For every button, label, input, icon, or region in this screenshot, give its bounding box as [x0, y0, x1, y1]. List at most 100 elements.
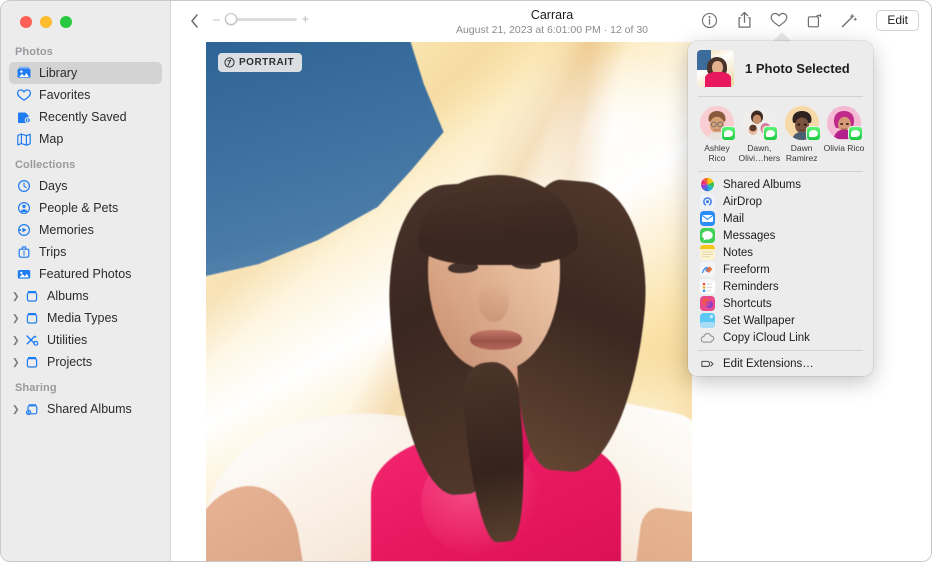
thumbnail-body: [705, 72, 731, 87]
share-button[interactable]: [733, 9, 755, 31]
sidebar-item-label: Memories: [39, 223, 94, 237]
chevron-right-icon[interactable]: ❯: [12, 358, 23, 367]
lips: [470, 330, 522, 350]
sidebar-item-label: Projects: [47, 355, 92, 369]
contact-name: Dawn Ramirez: [781, 143, 823, 163]
contact-name: Ashley Rico: [696, 143, 738, 163]
sidebar-item-featured-photos[interactable]: Featured Photos: [9, 263, 162, 285]
album-icon: [23, 354, 41, 370]
share-menu-item-label: Edit Extensions…: [723, 358, 814, 370]
sidebar-item-label: Media Types: [47, 311, 118, 325]
avatar-wrapper: [700, 106, 734, 140]
share-menu-item-label: Freeform: [723, 264, 770, 276]
share-menu-item-label: Shared Albums: [723, 179, 801, 191]
info-button[interactable]: [698, 9, 720, 31]
sidebar-item-library[interactable]: Library: [9, 62, 162, 84]
sidebar-item-albums[interactable]: ❯ Albums: [9, 285, 162, 307]
shared-album-icon: [23, 401, 41, 417]
suitcase-icon: [15, 244, 33, 260]
chevron-right-icon[interactable]: ❯: [12, 292, 23, 301]
divider: [698, 350, 863, 351]
zoom-in-label[interactable]: +: [302, 13, 309, 25]
contact-suggestion[interactable]: Dawn Ramirez: [781, 106, 823, 163]
suggested-contacts: Ashley Rico Dawn, Olivi…hers: [688, 97, 873, 171]
back-button[interactable]: [183, 10, 205, 32]
sidebar-item-utilities[interactable]: ❯ Utilities: [9, 329, 162, 351]
share-menu-item-edit-extensions[interactable]: Edit Extensions…: [693, 355, 868, 372]
zoom-slider[interactable]: – +: [213, 13, 323, 25]
sidebar-item-trips[interactable]: Trips: [9, 241, 162, 263]
edit-button[interactable]: Edit: [876, 10, 919, 31]
zoom-slider-track[interactable]: [225, 18, 297, 21]
toolbar-actions: Edit: [698, 9, 919, 31]
share-menu-list: Shared Albums AirDrop Mail Messages: [688, 172, 873, 372]
sidebar-item-label: Recently Saved: [39, 110, 127, 124]
share-menu-item-shortcuts[interactable]: Shortcuts: [693, 295, 868, 312]
share-menu-item-messages[interactable]: Messages: [693, 227, 868, 244]
sidebar-item-label: Utilities: [47, 333, 87, 347]
chevron-right-icon[interactable]: ❯: [12, 336, 23, 345]
sidebar-item-label: Days: [39, 179, 67, 193]
share-menu-item-label: Shortcuts: [723, 298, 772, 310]
sidebar-item-map[interactable]: Map: [9, 128, 162, 150]
sidebar: Photos Library Favorites Recently Saved …: [1, 1, 171, 562]
auto-enhance-button[interactable]: [838, 9, 860, 31]
chevron-right-icon[interactable]: ❯: [12, 405, 23, 414]
window-controls: [1, 1, 170, 37]
icloud-link-icon: [700, 330, 715, 345]
share-menu-item-label: AirDrop: [723, 196, 762, 208]
photo-image[interactable]: PORTRAIT: [206, 42, 692, 562]
zoom-out-label[interactable]: –: [213, 13, 220, 25]
sidebar-item-recently-saved[interactable]: Recently Saved: [9, 106, 162, 128]
messages-icon: [700, 228, 715, 243]
contact-suggestion[interactable]: Dawn, Olivi…hers: [738, 106, 780, 163]
selected-photo-thumbnail: [697, 50, 734, 87]
rotate-button[interactable]: [803, 9, 825, 31]
sidebar-item-memories[interactable]: Memories: [9, 219, 162, 241]
share-menu-item-label: Copy iCloud Link: [723, 332, 810, 344]
favorite-button[interactable]: [768, 9, 790, 31]
share-popover-title: 1 Photo Selected: [745, 61, 850, 76]
share-menu-item-mail[interactable]: Mail: [693, 210, 868, 227]
set-wallpaper-icon: [700, 313, 715, 328]
heart-outline-icon: [770, 12, 788, 28]
share-menu-item-notes[interactable]: Notes: [693, 244, 868, 261]
share-menu-item-copy-icloud-link[interactable]: Copy iCloud Link: [693, 329, 868, 346]
sidebar-item-favorites[interactable]: Favorites: [9, 84, 162, 106]
share-menu-item-reminders[interactable]: Reminders: [693, 278, 868, 295]
share-menu-item-airdrop[interactable]: AirDrop: [693, 193, 868, 210]
recently-saved-icon: [15, 109, 33, 125]
sidebar-item-media-types[interactable]: ❯ Media Types: [9, 307, 162, 329]
sidebar-item-days[interactable]: Days: [9, 175, 162, 197]
share-menu-item-set-wallpaper[interactable]: Set Wallpaper: [693, 312, 868, 329]
chevron-right-icon[interactable]: ❯: [12, 314, 23, 323]
zoom-slider-thumb[interactable]: [225, 13, 237, 25]
portrait-badge-label: PORTRAIT: [239, 57, 294, 68]
contact-suggestion[interactable]: Ashley Rico: [696, 106, 738, 163]
share-menu-item-label: Reminders: [723, 281, 779, 293]
sidebar-section-header-sharing: Sharing: [1, 373, 170, 398]
shared-albums-icon: [700, 177, 715, 192]
clock-icon: [15, 178, 33, 194]
close-window-button[interactable]: [20, 16, 32, 28]
avatar-wrapper: [742, 106, 776, 140]
share-menu-item-freeform[interactable]: Freeform: [693, 261, 868, 278]
featured-photos-icon: [15, 266, 33, 282]
sidebar-item-shared-albums[interactable]: ❯ Shared Albums: [9, 398, 162, 420]
sidebar-item-people-and-pets[interactable]: People & Pets: [9, 197, 162, 219]
album-icon: [23, 288, 41, 304]
zoom-window-button[interactable]: [60, 16, 72, 28]
shortcuts-icon: [700, 296, 715, 311]
messages-badge-icon: [763, 126, 778, 141]
magic-wand-icon: [840, 12, 858, 29]
sidebar-item-label: Featured Photos: [39, 267, 131, 281]
heart-icon: [15, 87, 33, 103]
minimize-window-button[interactable]: [40, 16, 52, 28]
edit-button-label: Edit: [887, 13, 908, 27]
portrait-badge[interactable]: PORTRAIT: [218, 53, 302, 72]
sidebar-item-label: Library: [39, 66, 77, 80]
sidebar-item-projects[interactable]: ❯ Projects: [9, 351, 162, 373]
contact-suggestion[interactable]: Olivia Rico: [823, 106, 865, 163]
album-icon: [23, 310, 41, 326]
share-menu-item-shared-albums[interactable]: Shared Albums: [693, 176, 868, 193]
